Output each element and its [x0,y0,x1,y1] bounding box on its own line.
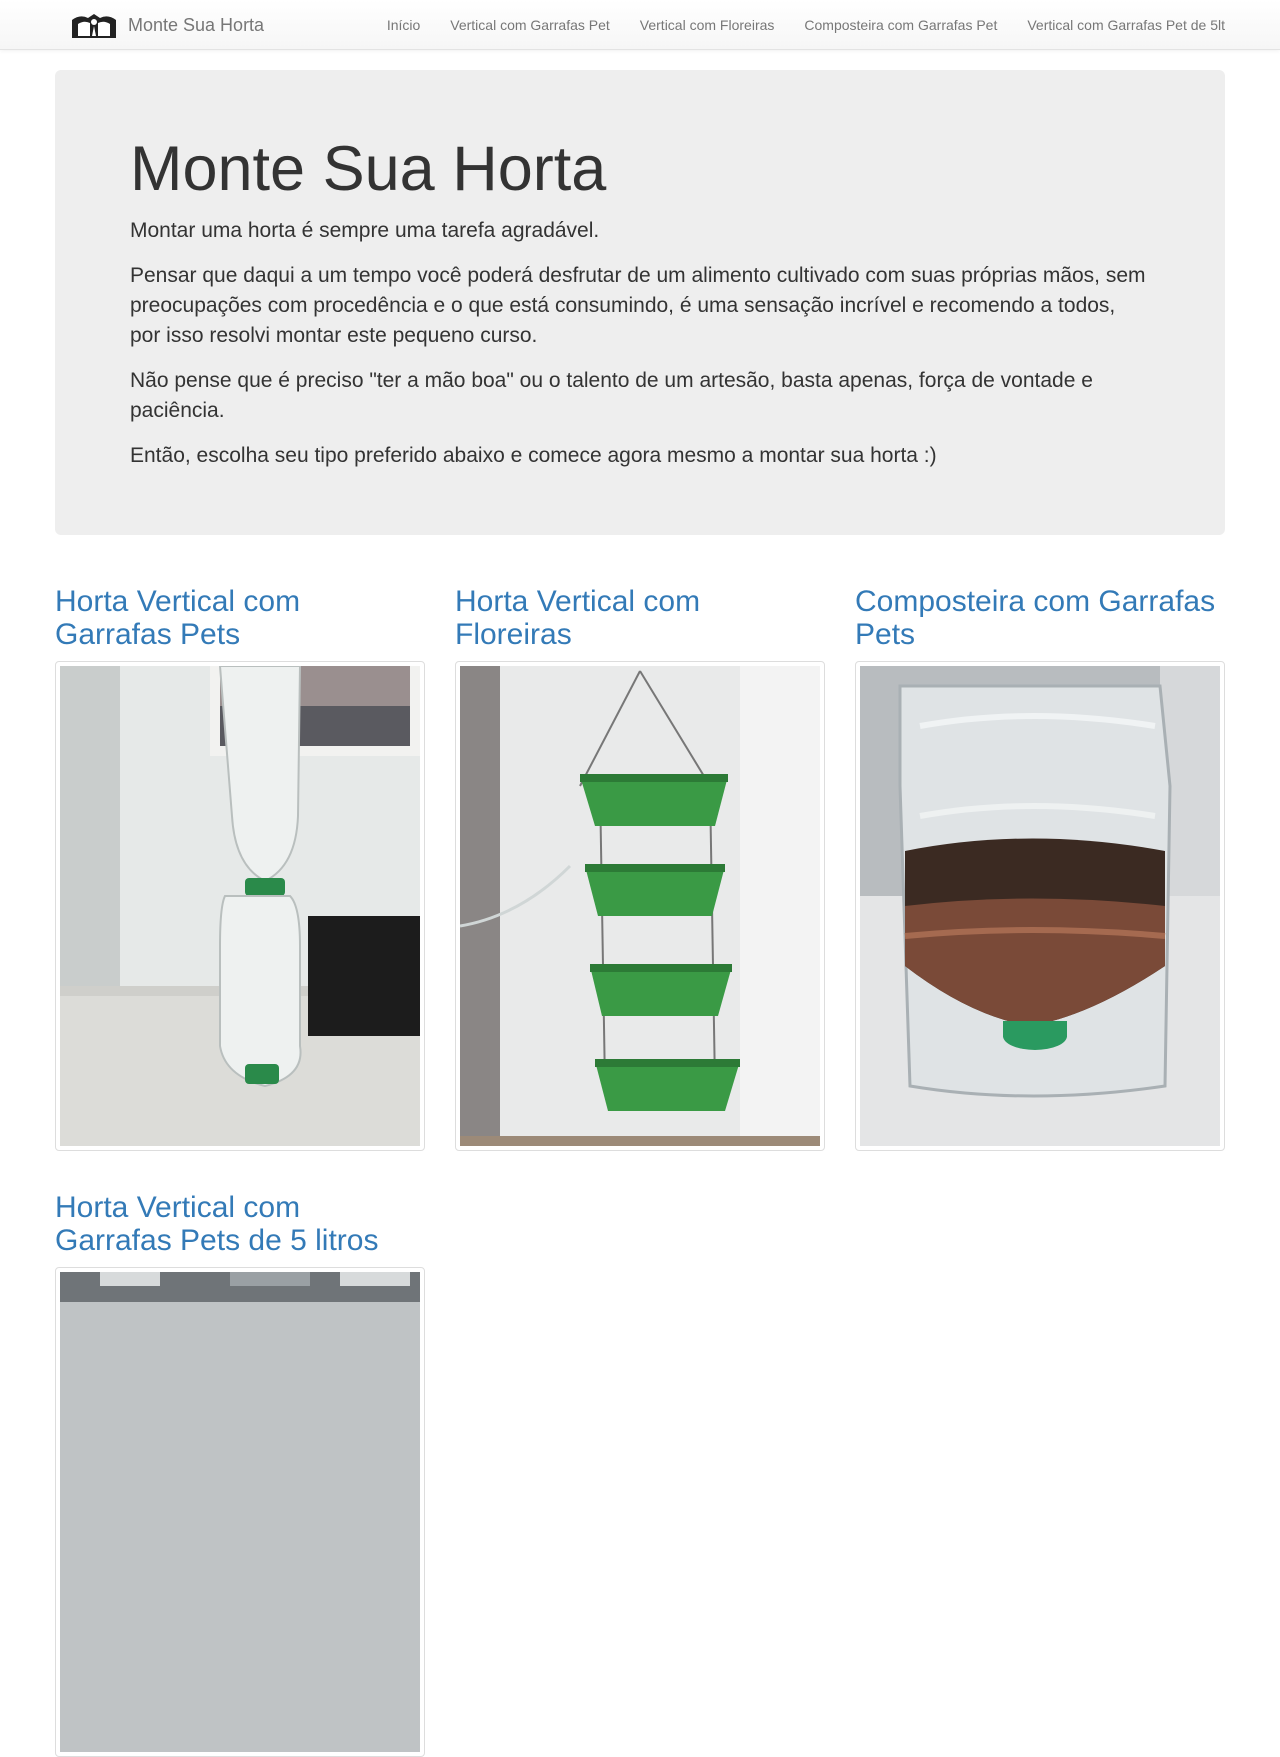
card-title-link[interactable]: Composteira com Garrafas Pets [855,585,1225,651]
nav-link-vertical-floreiras[interactable]: Vertical com Floreiras [640,17,775,33]
compost-bottle-photo [860,666,1220,1146]
brand-name: Monte Sua Horta [128,14,265,35]
card-title-link[interactable]: Horta Vertical com Garrafas Pets de 5 li… [55,1191,425,1257]
garden-logo-icon [72,14,116,38]
nav-link-inicio[interactable]: Início [387,17,420,33]
card-thumbnail[interactable] [55,1267,425,1757]
nav-link-vertical-garrafas-5lt[interactable]: Vertical com Garrafas Pet de 5lt [1027,17,1225,33]
card-vertical-garrafas-5-litros: Horta Vertical com Garrafas Pets de 5 li… [55,1191,425,1757]
card-thumbnail[interactable] [855,661,1225,1151]
hero-title: Monte Sua Horta [130,134,607,204]
card-thumbnail[interactable] [455,661,825,1151]
hero-paragraph: Então, escolha seu tipo preferido abaixo… [130,444,937,467]
hero-paragraph: Pensar que daqui a um tempo você poderá … [130,264,1146,347]
card-composteira: Composteira com Garrafas Pets [855,585,1225,1151]
brand-link[interactable]: Monte Sua Horta [70,0,264,50]
top-navbar: Monte Sua Horta Início Vertical com Garr… [0,0,1280,50]
hero-paragraph: Montar uma horta é sempre uma tarefa agr… [130,219,600,242]
hero-paragraph: Não pense que é preciso "ter a mão boa" … [130,369,1093,422]
nav-link-composteira[interactable]: Composteira com Garrafas Pet [804,17,997,33]
pet-bottle-garden-photo [60,666,420,1146]
card-title-link[interactable]: Horta Vertical com Garrafas Pets [55,585,425,651]
vertical-planters-photo [460,666,820,1146]
card-vertical-garrafas-pets: Horta Vertical com Garrafas Pets [55,585,425,1151]
card-thumbnail[interactable] [55,661,425,1151]
nav-menu: Início Vertical com Garrafas Pet Vertica… [357,0,1225,50]
five-liter-bottle-garden-photo [60,1272,420,1752]
card-vertical-floreiras: Horta Vertical com Floreiras [455,585,825,1151]
hero-jumbotron: Monte Sua Horta Montar uma horta é sempr… [55,70,1225,535]
card-title-link[interactable]: Horta Vertical com Floreiras [455,585,825,651]
nav-link-vertical-garrafas-pet[interactable]: Vertical com Garrafas Pet [450,17,610,33]
